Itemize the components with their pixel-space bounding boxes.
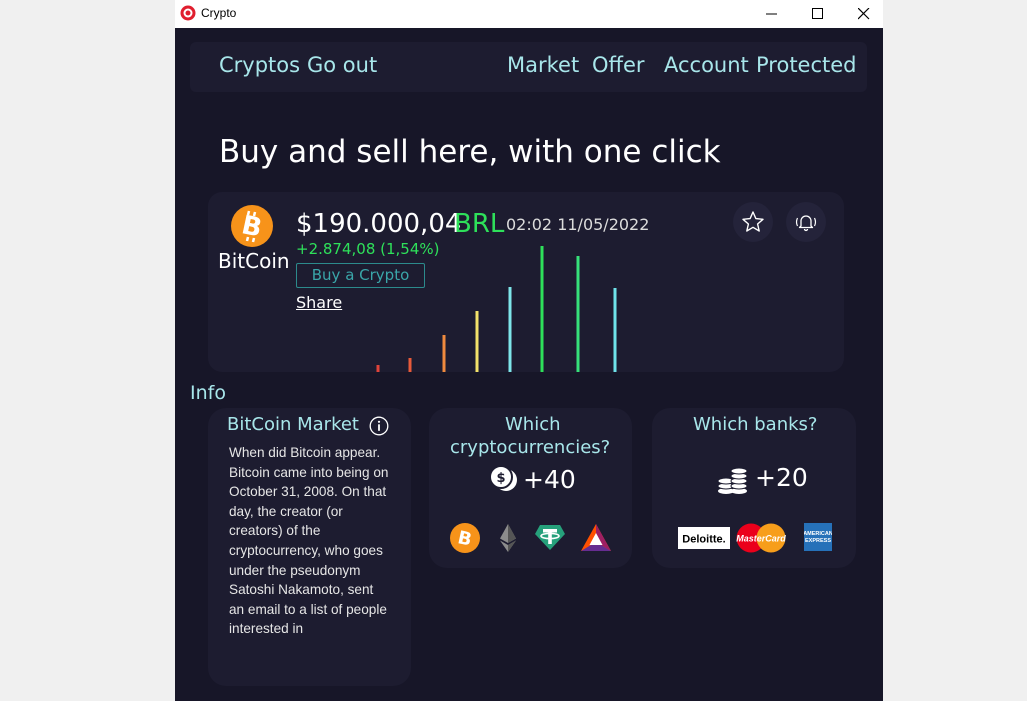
bitcoin-market-card: BitCoin Market When did Bitcoin appear. … xyxy=(208,408,411,686)
title-bar: Crypto xyxy=(175,0,883,28)
close-button[interactable] xyxy=(841,0,887,28)
favorite-button[interactable] xyxy=(733,202,773,242)
svg-text:$: $ xyxy=(496,471,505,486)
ethereum-icon xyxy=(500,524,516,552)
minimize-button[interactable] xyxy=(749,0,795,28)
alert-button[interactable] xyxy=(786,202,826,242)
app-icon xyxy=(180,5,196,21)
svg-text:Deloitte.: Deloitte. xyxy=(682,534,725,546)
price-card: B BitCoin $190.000,04 BRL 02:02 11/05/20… xyxy=(208,192,844,372)
banks-card: Which banks? +20 Deloitte. MasterCard AM… xyxy=(652,408,856,568)
info-icon[interactable] xyxy=(369,416,389,436)
coin-stack-icon xyxy=(717,467,748,494)
market-card-text: When did Bitcoin appear. Bitcoin came in… xyxy=(229,445,389,637)
crypto-card-title-line1: Which xyxy=(505,414,561,435)
amex-logo: AMERICAN EXPRESS xyxy=(804,523,832,551)
nav-go-out[interactable]: Go out xyxy=(307,53,377,77)
cryptocurrencies-card: Which cryptocurrencies? $ +40 B xyxy=(429,408,632,568)
svg-text:AMERICAN: AMERICAN xyxy=(804,531,832,537)
bell-ringing-icon xyxy=(795,215,817,232)
top-navbar: Cryptos Go out Market Offer Account Prot… xyxy=(190,42,867,92)
window-title: Crypto xyxy=(201,6,237,20)
star-icon xyxy=(742,211,764,232)
bitcoin-icon: B xyxy=(450,523,480,553)
deloitte-logo: Deloitte. xyxy=(678,527,730,549)
nav-account[interactable]: Account xyxy=(664,53,749,77)
app-window: Crypto Cryptos Go out Market Offer Accou… xyxy=(175,0,883,701)
nav-cryptos[interactable]: Cryptos xyxy=(219,53,300,77)
market-card-title: BitCoin Market xyxy=(227,414,359,435)
nav-offer[interactable]: Offer xyxy=(592,53,645,77)
nav-market[interactable]: Market xyxy=(507,53,579,77)
crypto-count: +40 xyxy=(523,465,576,494)
bitcoin-icon: B xyxy=(231,205,273,247)
info-heading: Info xyxy=(190,382,226,404)
close-icon xyxy=(858,8,870,20)
share-link[interactable]: Share xyxy=(296,293,342,312)
crypto-card-title-line2: cryptocurrencies? xyxy=(450,437,611,458)
mastercard-logo: MasterCard xyxy=(736,523,786,553)
page-headline: Buy and sell here, with one click xyxy=(219,134,721,170)
nav-protected[interactable]: Protected xyxy=(756,53,857,77)
coins-icon: $ xyxy=(489,465,517,491)
svg-text:EXPRESS: EXPRESS xyxy=(805,538,831,544)
minimize-icon xyxy=(766,13,777,15)
tether-icon xyxy=(535,525,565,550)
banks-card-title: Which banks? xyxy=(693,414,818,435)
price-chart xyxy=(376,246,617,372)
bat-icon xyxy=(581,524,611,551)
maximize-button[interactable] xyxy=(795,0,841,28)
maximize-icon xyxy=(812,8,823,19)
banks-count: +20 xyxy=(755,463,808,492)
svg-text:MasterCard: MasterCard xyxy=(736,534,786,544)
coin-name: BitCoin xyxy=(218,249,290,273)
